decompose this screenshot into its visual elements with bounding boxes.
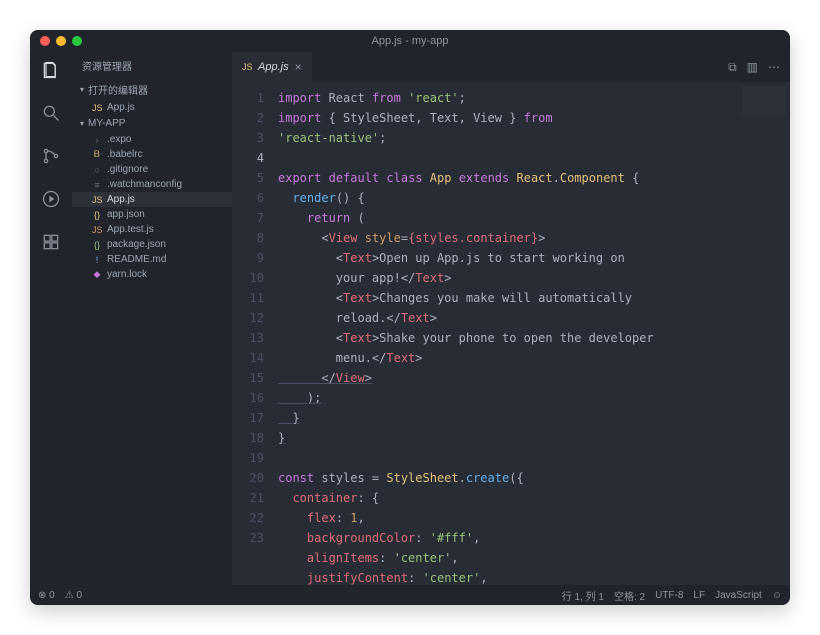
code-area[interactable]: import React from 'react';import { Style… <box>274 82 790 585</box>
file-item[interactable]: ›.expo <box>72 132 232 147</box>
close-tab-icon[interactable]: × <box>295 60 302 74</box>
sidebar-title: 资源管理器 <box>72 52 232 79</box>
status-indent[interactable]: 空格: 2 <box>614 588 645 603</box>
line-gutter: 1234567891011121314151617181920212223 <box>232 82 274 585</box>
status-feedback-icon[interactable]: ☺ <box>772 590 782 601</box>
status-eol[interactable]: LF <box>693 590 705 601</box>
status-language[interactable]: JavaScript <box>715 590 762 601</box>
window-title: App.js - my-app <box>30 35 790 47</box>
tab-app-js[interactable]: JS App.js × <box>232 52 312 82</box>
tab-bar: JS App.js × ⧉ ▥ ⋯ <box>232 52 790 82</box>
status-warnings[interactable]: ⚠ 0 <box>65 590 82 601</box>
editor-main: JS App.js × ⧉ ▥ ⋯ 1234567891011121314151… <box>232 52 790 585</box>
explorer-icon[interactable] <box>41 60 61 85</box>
editor-window: App.js - my-app 资源管理器 打开的编辑器 JSApp.js MY… <box>30 30 790 605</box>
file-item[interactable]: ◆yarn.lock <box>72 267 232 282</box>
file-item[interactable]: ○.gitignore <box>72 162 232 177</box>
tab-file-icon: JS <box>242 62 252 72</box>
open-editors-header[interactable]: 打开的编辑器 <box>72 79 232 100</box>
status-cursor-pos[interactable]: 行 1, 列 1 <box>562 588 604 603</box>
status-bar: ⊗ 0 ⚠ 0 行 1, 列 1 空格: 2 UTF-8 LF JavaScri… <box>30 585 790 605</box>
search-icon[interactable] <box>41 103 61 128</box>
titlebar: App.js - my-app <box>30 30 790 52</box>
file-item[interactable]: JSApp.test.js <box>72 222 232 237</box>
open-editor-item[interactable]: JSApp.js <box>72 100 232 115</box>
layout-icon[interactable]: ▥ <box>747 60 758 74</box>
minimap[interactable] <box>742 86 786 156</box>
open-editors-list: JSApp.js <box>72 100 232 115</box>
status-errors[interactable]: ⊗ 0 <box>38 590 55 601</box>
project-header[interactable]: MY-APP <box>72 115 232 132</box>
split-editor-icon[interactable]: ⧉ <box>728 60 737 75</box>
file-item[interactable]: {}app.json <box>72 207 232 222</box>
activity-bar <box>30 52 72 585</box>
tab-actions: ⧉ ▥ ⋯ <box>728 52 790 82</box>
file-tree: ›.expoᏴ.babelrc○.gitignore≡.watchmanconf… <box>72 132 232 282</box>
tab-label: App.js <box>258 61 289 73</box>
file-item[interactable]: JSApp.js <box>72 192 232 207</box>
body: 资源管理器 打开的编辑器 JSApp.js MY-APP ›.expoᏴ.bab… <box>30 52 790 585</box>
file-item[interactable]: Ᏼ.babelrc <box>72 147 232 162</box>
file-item[interactable]: ≡.watchmanconfig <box>72 177 232 192</box>
status-encoding[interactable]: UTF-8 <box>655 590 683 601</box>
source-control-icon[interactable] <box>41 146 61 171</box>
debug-icon[interactable] <box>41 189 61 214</box>
file-item[interactable]: {}package.json <box>72 237 232 252</box>
file-item[interactable]: !README.md <box>72 252 232 267</box>
code-editor[interactable]: 1234567891011121314151617181920212223 im… <box>232 82 790 585</box>
extensions-icon[interactable] <box>41 232 61 257</box>
sidebar: 资源管理器 打开的编辑器 JSApp.js MY-APP ›.expoᏴ.bab… <box>72 52 232 585</box>
more-actions-icon[interactable]: ⋯ <box>768 60 780 74</box>
